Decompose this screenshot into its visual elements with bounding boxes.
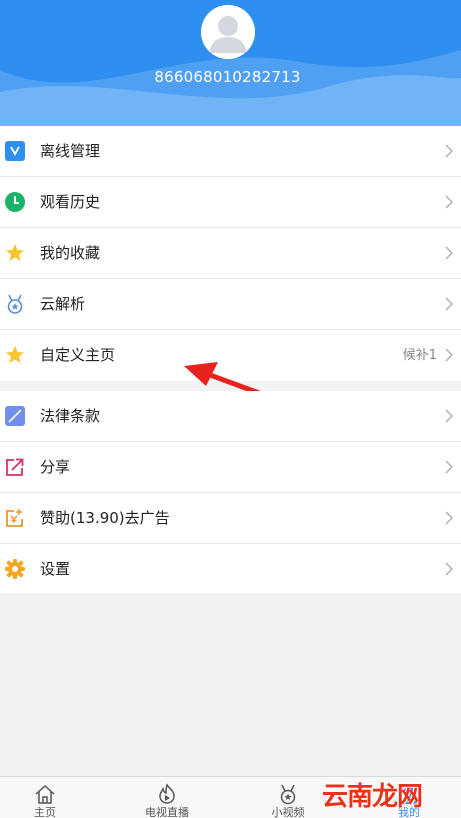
menu-item-settings[interactable]: 设置 — [0, 544, 461, 595]
menu-item-legal[interactable]: 法律条款 — [0, 391, 461, 442]
tab-label: 电视直播 — [145, 806, 189, 818]
menu-item-label: 离线管理 — [40, 142, 101, 160]
menu-item-label: 分享 — [40, 458, 71, 476]
chevron-right-icon — [445, 246, 453, 260]
tv-flame-icon — [159, 783, 175, 804]
chevron-right-icon — [445, 460, 453, 474]
tab-home[interactable]: 主页 — [10, 777, 80, 818]
medal-icon — [280, 784, 296, 805]
tab-short-video[interactable]: 小视频 — [253, 777, 323, 818]
menu-item-cloud-parse[interactable]: 云解析 — [0, 279, 461, 330]
menu-group-primary: 离线管理 观看历史 我的收藏 云解析 自定义主页 候补1 — [0, 126, 461, 381]
watermark-logo: 云南龙网 — [322, 782, 423, 812]
home-icon — [35, 784, 55, 804]
menu-item-label: 云解析 — [40, 295, 86, 313]
chevron-right-icon — [445, 562, 453, 576]
tab-tv-live[interactable]: 电视直播 — [132, 777, 202, 818]
menu-item-favorites[interactable]: 我的收藏 — [0, 228, 461, 279]
menu-item-label: 我的收藏 — [40, 244, 101, 262]
menu-group-secondary: 法律条款 分享 赞助(13.90)去广告 设置 — [0, 391, 461, 595]
tab-label: 主页 — [34, 806, 56, 818]
clock-icon — [5, 192, 25, 212]
menu-item-label: 设置 — [40, 560, 71, 578]
chevron-right-icon — [445, 195, 453, 209]
chevron-right-icon — [445, 409, 453, 423]
profile-header: 866068010282713 — [0, 0, 461, 126]
star-icon — [6, 244, 24, 261]
download-box-icon — [5, 141, 25, 161]
chevron-right-icon — [445, 144, 453, 158]
share-icon — [6, 458, 24, 476]
gear-icon — [5, 559, 25, 579]
menu-item-label: 法律条款 — [40, 407, 101, 425]
sponsor-icon — [6, 509, 23, 527]
user-id-text: 866068010282713 — [154, 68, 301, 86]
medal-icon — [7, 294, 23, 314]
avatar-icon — [201, 5, 255, 59]
menu-item-history[interactable]: 观看历史 — [0, 177, 461, 228]
menu-item-offline[interactable]: 离线管理 — [0, 126, 461, 177]
menu-item-share[interactable]: 分享 — [0, 442, 461, 493]
chevron-right-icon — [445, 297, 453, 311]
star-icon — [6, 346, 24, 363]
user-avatar[interactable] — [201, 5, 255, 59]
chevron-right-icon — [445, 348, 453, 362]
document-icon — [5, 406, 25, 426]
menu-item-label: 自定义主页 — [40, 346, 116, 364]
tab-label: 小视频 — [271, 806, 305, 818]
menu-item-label: 赞助(13.90)去广告 — [40, 509, 170, 527]
custom-home-value: 候补1 — [402, 348, 437, 363]
menu-item-label: 观看历史 — [40, 193, 101, 211]
chevron-right-icon — [445, 511, 453, 525]
menu-item-sponsor[interactable]: 赞助(13.90)去广告 — [0, 493, 461, 544]
